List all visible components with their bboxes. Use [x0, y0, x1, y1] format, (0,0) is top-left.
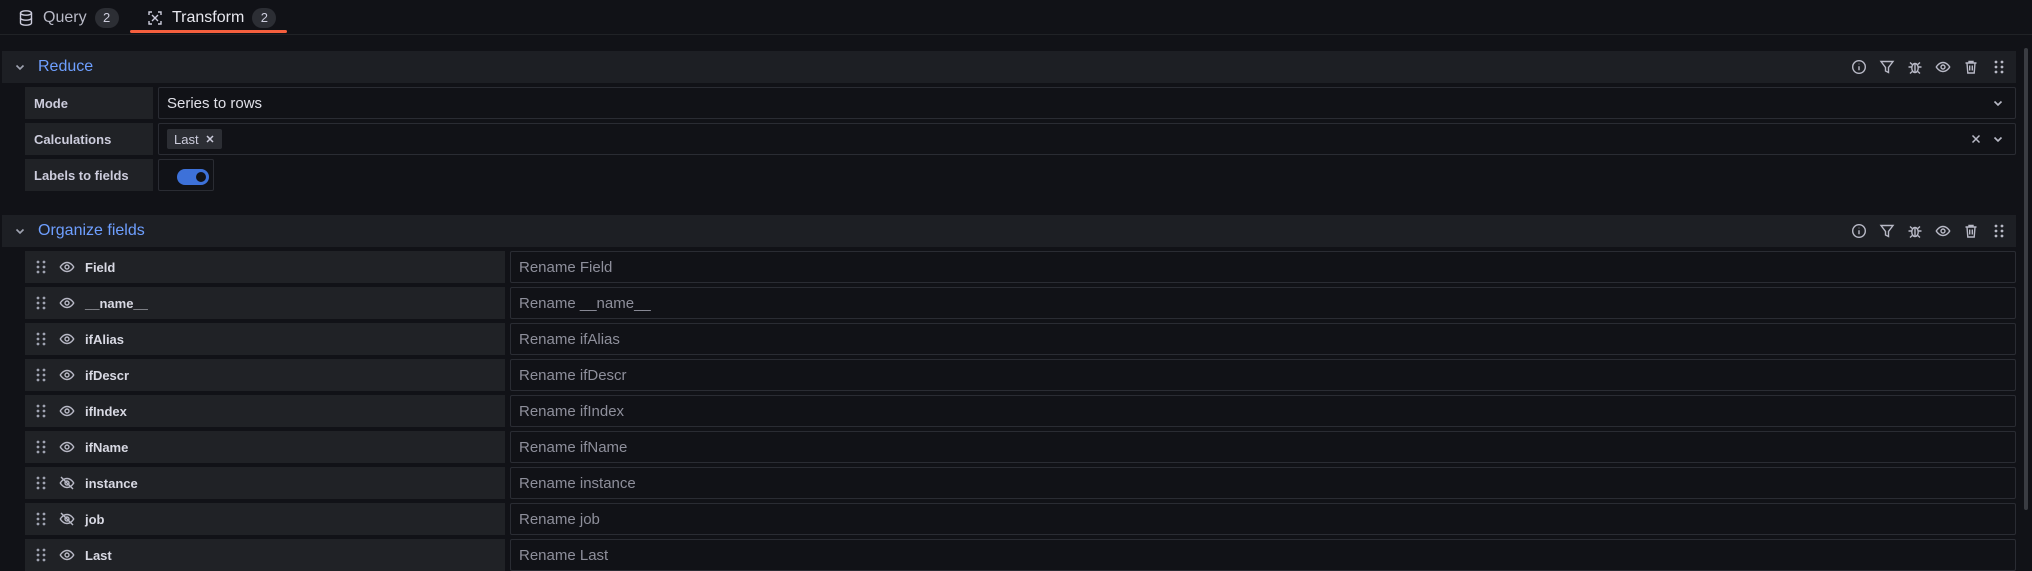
- drag-handle-icon[interactable]: [35, 547, 49, 563]
- rename-field-input[interactable]: Rename Field: [510, 251, 2016, 283]
- labels-to-fields-toggle[interactable]: [177, 169, 209, 185]
- eye-off-icon[interactable]: [59, 511, 75, 527]
- field-name: Field: [85, 259, 116, 275]
- eye-icon[interactable]: [59, 367, 75, 383]
- debug-icon[interactable]: [1906, 58, 1924, 76]
- organize-title: Organize fields: [38, 222, 145, 239]
- field-name: ifAlias: [85, 331, 125, 347]
- labels-to-fields-field: [158, 159, 214, 191]
- eye-icon[interactable]: [59, 259, 75, 275]
- mode-value: Series to rows: [167, 94, 263, 112]
- eye-icon[interactable]: [1934, 58, 1952, 76]
- rename-field-input[interactable]: Rename instance: [510, 467, 2016, 499]
- field-name: ifDescr: [85, 367, 130, 383]
- rename-placeholder: Rename Field: [519, 258, 613, 276]
- drag-handle-icon[interactable]: [35, 295, 49, 311]
- eye-icon[interactable]: [59, 331, 75, 347]
- filter-icon[interactable]: [1878, 58, 1896, 76]
- transform-icon: [146, 9, 164, 27]
- drag-handle-icon[interactable]: [35, 475, 49, 491]
- rename-placeholder: Rename __name__: [519, 294, 651, 312]
- info-icon[interactable]: [1850, 58, 1868, 76]
- rename-field-input[interactable]: Rename ifName: [510, 431, 2016, 463]
- eye-icon[interactable]: [1934, 222, 1952, 240]
- field-row[interactable]: ifDescr: [25, 359, 505, 391]
- remove-chip-icon[interactable]: [205, 134, 215, 144]
- eye-icon[interactable]: [59, 547, 75, 563]
- calculations-select[interactable]: Last: [158, 123, 2016, 155]
- rename-placeholder: Rename instance: [519, 474, 636, 492]
- tab-transform-label: Transform: [172, 8, 245, 26]
- drag-handle-icon[interactable]: [35, 331, 49, 347]
- field-row[interactable]: __name__: [25, 287, 505, 319]
- rename-field-input[interactable]: Rename ifAlias: [510, 323, 2016, 355]
- tab-query[interactable]: Query 2: [17, 0, 119, 35]
- drag-handle-icon[interactable]: [35, 511, 49, 527]
- trash-icon[interactable]: [1962, 222, 1980, 240]
- organize-header[interactable]: Organize fields: [2, 215, 2016, 247]
- labels-to-fields-label: Labels to fields: [25, 159, 153, 191]
- field-row[interactable]: ifName: [25, 431, 505, 463]
- tab-bar: Query 2 Transform 2: [0, 0, 2032, 35]
- rename-placeholder: Rename ifDescr: [519, 366, 627, 384]
- field-row[interactable]: Field: [25, 251, 505, 283]
- rename-field-input[interactable]: Rename __name__: [510, 287, 2016, 319]
- debug-icon[interactable]: [1906, 222, 1924, 240]
- drag-handle-icon[interactable]: [35, 439, 49, 455]
- mode-select[interactable]: Series to rows: [158, 87, 2016, 119]
- field-name: Last: [85, 547, 112, 563]
- calculation-chip-label: Last: [174, 131, 199, 147]
- active-tab-indicator: [130, 30, 287, 33]
- filter-icon[interactable]: [1878, 222, 1896, 240]
- rename-field-input[interactable]: Rename job: [510, 503, 2016, 535]
- field-row[interactable]: ifAlias: [25, 323, 505, 355]
- field-name: ifName: [85, 439, 129, 455]
- rename-placeholder: Rename ifIndex: [519, 402, 625, 420]
- calculation-chip: Last: [167, 129, 222, 149]
- rename-field-input[interactable]: Rename Last: [510, 539, 2016, 571]
- database-icon: [17, 9, 35, 27]
- eye-icon[interactable]: [59, 295, 75, 311]
- chevron-down-icon[interactable]: [13, 224, 27, 238]
- tab-query-label: Query: [43, 8, 87, 26]
- reduce-header[interactable]: Reduce: [2, 51, 2016, 83]
- organize-actions: [1850, 215, 2008, 247]
- rename-field-input[interactable]: Rename ifDescr: [510, 359, 2016, 391]
- field-name: __name__: [85, 295, 148, 311]
- chevron-down-icon[interactable]: [1991, 132, 2005, 146]
- rename-placeholder: Rename ifName: [519, 438, 628, 456]
- rename-placeholder: Rename job: [519, 510, 600, 528]
- drag-handle-icon[interactable]: [1990, 58, 2008, 76]
- rename-placeholder: Rename ifAlias: [519, 330, 620, 348]
- eye-icon[interactable]: [59, 403, 75, 419]
- field-row[interactable]: instance: [25, 467, 505, 499]
- info-icon[interactable]: [1850, 222, 1868, 240]
- clear-icon[interactable]: [1969, 132, 1983, 146]
- field-name: ifIndex: [85, 403, 127, 419]
- drag-handle-icon[interactable]: [1990, 222, 2008, 240]
- tab-transform-count: 2: [252, 7, 277, 28]
- calculations-label: Calculations: [25, 123, 153, 155]
- tab-query-count: 2: [94, 7, 119, 28]
- eye-icon[interactable]: [59, 439, 75, 455]
- field-row[interactable]: job: [25, 503, 505, 535]
- rename-field-input[interactable]: Rename ifIndex: [510, 395, 2016, 427]
- drag-handle-icon[interactable]: [35, 403, 49, 419]
- eye-off-icon[interactable]: [59, 475, 75, 491]
- field-name: job: [85, 511, 105, 527]
- field-row[interactable]: ifIndex: [25, 395, 505, 427]
- rename-placeholder: Rename Last: [519, 546, 609, 564]
- mode-label: Mode: [25, 87, 153, 119]
- scrollbar[interactable]: [2024, 48, 2028, 510]
- field-row[interactable]: Last: [25, 539, 505, 571]
- drag-handle-icon[interactable]: [35, 367, 49, 383]
- chevron-down-icon[interactable]: [13, 60, 27, 74]
- reduce-actions: [1850, 51, 2008, 83]
- drag-handle-icon[interactable]: [35, 259, 49, 275]
- chevron-down-icon[interactable]: [1991, 96, 2005, 110]
- reduce-title: Reduce: [38, 58, 94, 75]
- trash-icon[interactable]: [1962, 58, 1980, 76]
- field-name: instance: [85, 475, 138, 491]
